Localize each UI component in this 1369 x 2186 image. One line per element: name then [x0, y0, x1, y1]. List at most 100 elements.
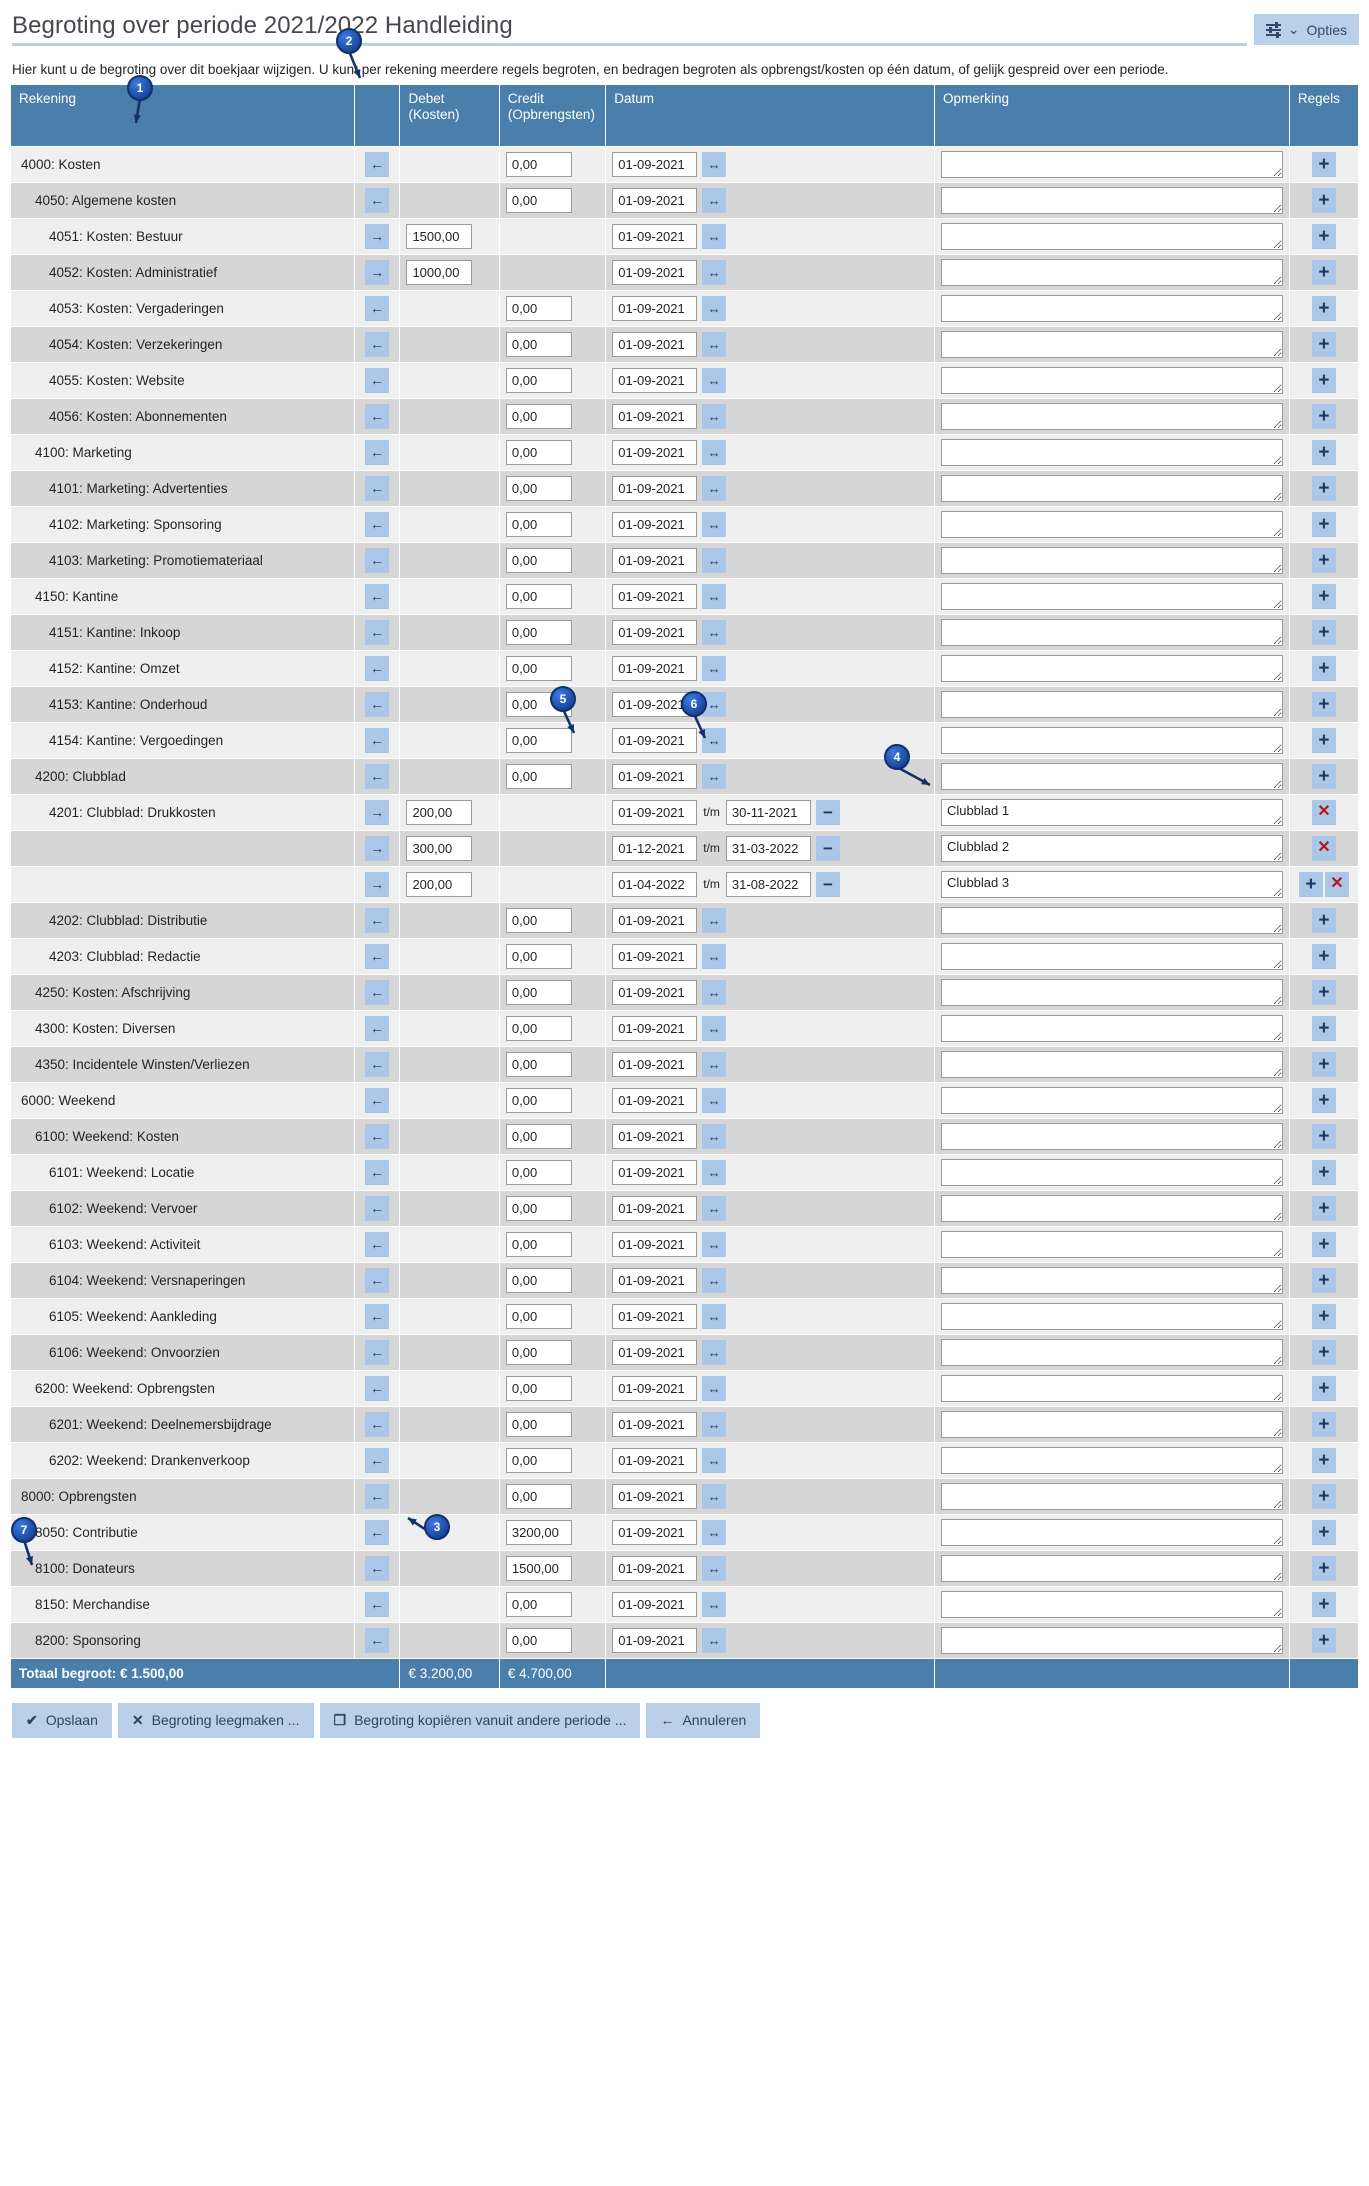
range-toggle-icon[interactable]: ↔ — [702, 583, 727, 609]
arrow-left-icon[interactable]: ← — [365, 1267, 390, 1293]
remark-input[interactable] — [940, 402, 1283, 430]
date-from-input[interactable] — [612, 151, 698, 177]
add-row-icon[interactable]: + — [1311, 1519, 1336, 1545]
arrow-left-icon[interactable]: ← — [365, 763, 390, 789]
credit-input[interactable] — [505, 1303, 572, 1329]
remark-input[interactable] — [940, 186, 1283, 214]
range-toggle-icon[interactable]: ↔ — [702, 763, 727, 789]
add-row-icon[interactable]: + — [1311, 1339, 1336, 1365]
date-to-input[interactable] — [725, 871, 811, 897]
credit-input[interactable] — [505, 1627, 572, 1653]
minus-icon[interactable]: − — [815, 799, 840, 825]
remark-input[interactable] — [940, 726, 1283, 754]
date-from-input[interactable] — [612, 223, 698, 249]
arrow-left-icon[interactable]: ← — [365, 1123, 390, 1149]
remark-input[interactable] — [940, 1122, 1283, 1150]
remark-input[interactable] — [940, 1554, 1283, 1582]
range-toggle-icon[interactable]: ↔ — [702, 1123, 727, 1149]
credit-input[interactable] — [505, 727, 572, 753]
credit-input[interactable] — [505, 1051, 572, 1077]
range-toggle-icon[interactable]: ↔ — [702, 727, 727, 753]
arrow-left-icon[interactable]: ← — [365, 1483, 390, 1509]
add-row-icon[interactable]: + — [1311, 979, 1336, 1005]
range-toggle-icon[interactable]: ↔ — [702, 439, 727, 465]
arrow-left-icon[interactable]: ← — [365, 1555, 390, 1581]
credit-input[interactable] — [505, 1015, 572, 1041]
add-row-icon[interactable]: + — [1311, 1627, 1336, 1653]
remark-input[interactable]: Clubblad 2 — [940, 834, 1283, 862]
remark-input[interactable] — [940, 1626, 1283, 1654]
credit-input[interactable] — [505, 1411, 572, 1437]
add-row-icon[interactable]: + — [1311, 1555, 1336, 1581]
arrow-left-icon[interactable]: ← — [365, 1087, 390, 1113]
remark-input[interactable] — [940, 618, 1283, 646]
date-from-input[interactable] — [612, 943, 698, 969]
range-toggle-icon[interactable]: ↔ — [702, 331, 727, 357]
date-from-input[interactable] — [612, 1195, 698, 1221]
arrow-left-icon[interactable]: ← — [365, 367, 390, 393]
date-from-input[interactable] — [612, 763, 698, 789]
add-row-icon[interactable]: + — [1311, 511, 1336, 537]
arrow-left-icon[interactable]: ← — [365, 1339, 390, 1365]
range-toggle-icon[interactable]: ↔ — [702, 691, 727, 717]
credit-input[interactable] — [505, 1123, 572, 1149]
arrow-left-icon[interactable]: ← — [365, 1231, 390, 1257]
credit-input[interactable] — [505, 295, 572, 321]
add-row-icon[interactable]: + — [1311, 475, 1336, 501]
remark-input[interactable] — [940, 150, 1283, 178]
remark-input[interactable] — [940, 1086, 1283, 1114]
minus-icon[interactable]: − — [815, 835, 840, 861]
credit-input[interactable] — [505, 1339, 572, 1365]
range-toggle-icon[interactable]: ↔ — [702, 907, 727, 933]
range-toggle-icon[interactable]: ↔ — [702, 943, 727, 969]
arrow-left-icon[interactable]: ← — [365, 1159, 390, 1185]
credit-input[interactable] — [505, 547, 572, 573]
credit-input[interactable] — [505, 1483, 572, 1509]
arrow-left-icon[interactable]: ← — [365, 1375, 390, 1401]
range-toggle-icon[interactable]: ↔ — [702, 1195, 727, 1221]
range-toggle-icon[interactable]: ↔ — [702, 1303, 727, 1329]
options-button[interactable]: ⌄ Opties — [1253, 14, 1359, 45]
range-toggle-icon[interactable]: ↔ — [702, 151, 727, 177]
arrow-left-icon[interactable]: ← — [365, 547, 390, 573]
arrow-left-icon[interactable]: ← — [365, 439, 390, 465]
arrow-left-icon[interactable]: ← — [365, 619, 390, 645]
date-from-input[interactable] — [612, 583, 698, 609]
add-row-icon[interactable]: + — [1311, 547, 1336, 573]
add-row-icon[interactable]: + — [1311, 727, 1336, 753]
credit-input[interactable] — [505, 511, 572, 537]
arrow-left-icon[interactable]: ← — [365, 403, 390, 429]
credit-input[interactable] — [505, 1519, 572, 1545]
credit-input[interactable] — [505, 763, 572, 789]
date-from-input[interactable] — [612, 1087, 698, 1113]
range-toggle-icon[interactable]: ↔ — [702, 187, 727, 213]
arrow-left-icon[interactable]: ← — [365, 583, 390, 609]
date-from-input[interactable] — [612, 655, 698, 681]
date-from-input[interactable] — [612, 871, 698, 897]
arrow-left-icon[interactable]: ← — [365, 691, 390, 717]
arrow-left-icon[interactable]: ← — [365, 979, 390, 1005]
add-row-icon[interactable]: + — [1311, 1447, 1336, 1473]
range-toggle-icon[interactable]: ↔ — [702, 1627, 727, 1653]
remark-input[interactable] — [940, 1482, 1283, 1510]
footer-button-opslaan[interactable]: ✔ Opslaan — [12, 1702, 112, 1738]
range-toggle-icon[interactable]: ↔ — [702, 1051, 727, 1077]
credit-input[interactable] — [505, 439, 572, 465]
date-from-input[interactable] — [612, 1303, 698, 1329]
add-row-icon[interactable]: + — [1311, 1159, 1336, 1185]
date-from-input[interactable] — [612, 295, 698, 321]
remark-input[interactable] — [940, 1266, 1283, 1294]
arrow-left-icon[interactable]: ← — [365, 943, 390, 969]
add-row-icon[interactable]: + — [1311, 403, 1336, 429]
remark-input[interactable] — [940, 366, 1283, 394]
date-from-input[interactable] — [612, 1555, 698, 1581]
date-from-input[interactable] — [612, 1123, 698, 1149]
credit-input[interactable] — [505, 943, 572, 969]
remark-input[interactable] — [940, 294, 1283, 322]
add-row-icon[interactable]: + — [1311, 1051, 1336, 1077]
range-toggle-icon[interactable]: ↔ — [702, 295, 727, 321]
remark-input[interactable] — [940, 1518, 1283, 1546]
date-from-input[interactable] — [612, 691, 698, 717]
date-from-input[interactable] — [612, 799, 698, 825]
add-row-icon[interactable]: + — [1311, 1411, 1336, 1437]
